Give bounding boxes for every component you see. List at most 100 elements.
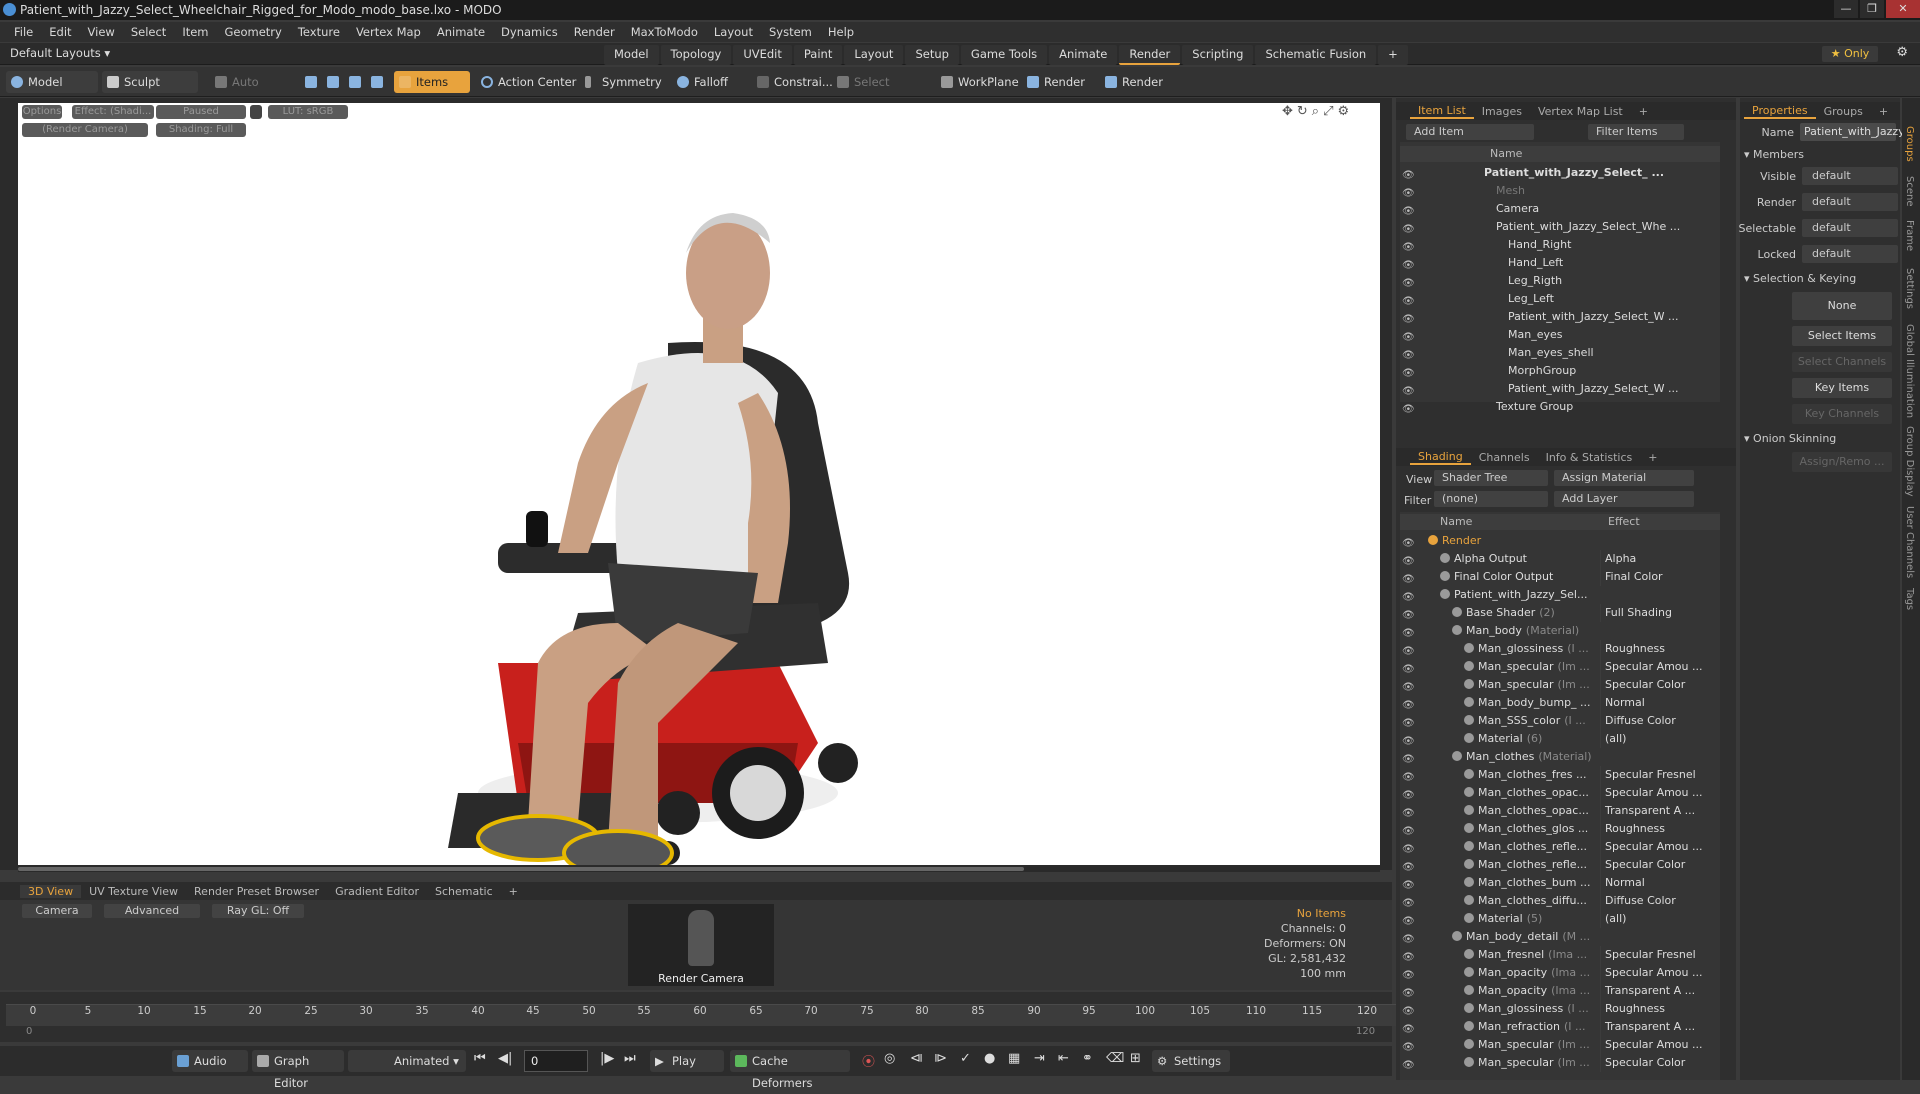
menu-select[interactable]: Select xyxy=(123,25,174,39)
shader-tree-row[interactable]: 👁 Man_glossiness (I ... Roughness xyxy=(1400,640,1720,658)
shader-tree-row[interactable]: 👁 Man_refraction (I ... Transparent A ... xyxy=(1400,1018,1720,1036)
name-field[interactable]: Patient_with_Jazzy xyxy=(1800,123,1905,141)
items-mode-button[interactable]: Items xyxy=(394,71,470,93)
side-tab-groups[interactable]: Groups xyxy=(1904,126,1915,162)
default-layouts-dropdown[interactable]: Default Layouts ▾ xyxy=(10,46,110,60)
tab-info-statistics[interactable]: Info & Statistics xyxy=(1538,451,1641,464)
shader-tree-dropdown[interactable]: Shader Tree xyxy=(1434,470,1548,486)
skip-end-icon[interactable]: ⏭ xyxy=(624,1051,636,1066)
advanced-button[interactable]: Advanced xyxy=(104,904,200,918)
key-lock-icon[interactable]: ⚭ xyxy=(1082,1051,1093,1066)
effect-dropdown[interactable]: Transparent A ... xyxy=(1600,1018,1706,1036)
visibility-eye-icon[interactable]: 👁 xyxy=(1402,167,1416,181)
shader-tree-row[interactable]: 👁 Base Shader (2) Full Shading xyxy=(1400,604,1720,622)
effect-dropdown[interactable]: Roughness xyxy=(1600,820,1706,838)
visibility-eye-icon[interactable]: 👁 xyxy=(1402,787,1416,801)
next-key-icon[interactable]: |▶ xyxy=(600,1051,614,1066)
visibility-eye-icon[interactable]: 👁 xyxy=(1402,697,1416,711)
effect-dropdown[interactable]: Specular Amou ... xyxy=(1600,838,1706,856)
shader-tree-row[interactable]: 👁 Man_clothes_refle... Specular Color xyxy=(1400,856,1720,874)
locked-dropdown[interactable]: default xyxy=(1802,245,1898,263)
sculpt-mode-button[interactable]: Sculpt xyxy=(102,71,198,93)
visibility-eye-icon[interactable]: 👁 xyxy=(1402,1021,1416,1035)
effect-dropdown[interactable]: Transparent A ... xyxy=(1600,802,1706,820)
item-list-row[interactable]: 👁 Leg_Rigth xyxy=(1400,272,1720,290)
shader-tree-row[interactable]: 👁 Man_SSS_color (I ... Diffuse Color xyxy=(1400,712,1720,730)
tab-layout[interactable]: Layout xyxy=(844,45,904,65)
assign-material-button[interactable]: Assign Material xyxy=(1554,470,1694,486)
effect-dropdown[interactable]: Specular Color xyxy=(1600,676,1706,694)
menu-view[interactable]: View xyxy=(80,25,123,39)
effect-dropdown[interactable]: Roughness xyxy=(1600,1000,1706,1018)
lut-chip[interactable]: LUT: sRGB xyxy=(268,105,348,119)
edges-mode-button[interactable] xyxy=(322,71,342,93)
visibility-eye-icon[interactable]: 👁 xyxy=(1402,643,1416,657)
add-item-dropdown[interactable]: Add Item xyxy=(1406,124,1534,140)
lock-icon[interactable] xyxy=(250,105,262,119)
graph-editor-button[interactable]: Graph Editor xyxy=(252,1050,344,1090)
skip-start-icon[interactable]: ⏮ xyxy=(474,1051,486,1066)
symmetry-button[interactable]: Symmetry xyxy=(580,71,666,93)
members-section[interactable]: ▾ Members xyxy=(1744,148,1804,161)
visibility-eye-icon[interactable]: 👁 xyxy=(1402,329,1416,343)
tab-vertex-map-list[interactable]: Vertex Map List xyxy=(1530,105,1631,118)
shader-tree-row[interactable]: 👁 Render xyxy=(1400,532,1720,550)
visibility-eye-icon[interactable]: 👁 xyxy=(1402,877,1416,891)
shader-tree-row[interactable]: 👁 Man_specular (Im ... Specular Color xyxy=(1400,1054,1720,1072)
visibility-eye-icon[interactable]: 👁 xyxy=(1402,553,1416,567)
audio-button[interactable]: Audio xyxy=(172,1050,248,1072)
key-filter-icon[interactable]: ⊞ xyxy=(1130,1051,1141,1066)
item-list-row[interactable]: 👁 Patient_with_Jazzy_Select_Whe ... xyxy=(1400,218,1720,236)
menu-texture[interactable]: Texture xyxy=(290,25,348,39)
tab-game-tools[interactable]: Game Tools xyxy=(960,45,1048,65)
effect-dropdown[interactable]: (all) xyxy=(1600,730,1706,748)
shader-tree-row[interactable]: 👁 Man_clothes_refle... Specular Amou ... xyxy=(1400,838,1720,856)
vertices-mode-button[interactable] xyxy=(300,71,320,93)
tab-gradient-editor[interactable]: Gradient Editor xyxy=(327,885,427,898)
tab-images[interactable]: Images xyxy=(1474,105,1530,118)
render-dropdown[interactable]: default xyxy=(1802,193,1898,211)
menu-vertex-map[interactable]: Vertex Map xyxy=(348,25,429,39)
tab-model[interactable]: Model xyxy=(604,45,659,65)
item-list-row[interactable]: 👁 Hand_Right xyxy=(1400,236,1720,254)
shader-tree-row[interactable]: 👁 Man_clothes (Material) xyxy=(1400,748,1720,766)
animated-dropdown[interactable]: Animated ▾ xyxy=(348,1050,466,1072)
key-delete-icon[interactable]: ⌫ xyxy=(1106,1051,1124,1066)
visibility-eye-icon[interactable]: 👁 xyxy=(1402,383,1416,397)
prev-key-icon[interactable]: ◀| xyxy=(498,1051,512,1066)
visibility-eye-icon[interactable]: 👁 xyxy=(1402,275,1416,289)
select-channels-button[interactable]: Select Channels xyxy=(1792,352,1892,372)
item-list-row[interactable]: 👁 Patient_with_Jazzy_Select_ ... xyxy=(1400,164,1720,182)
shader-tree-row[interactable]: 👁 Patient_with_Jazzy_Sel... xyxy=(1400,586,1720,604)
shading-chip[interactable]: Shading: Full xyxy=(156,123,246,137)
render-window-button[interactable]: Render Window xyxy=(1100,71,1208,111)
record-icon[interactable]: ⦿ xyxy=(862,1051,875,1070)
add-tab-button[interactable]: + xyxy=(1640,451,1665,464)
none-selector[interactable]: None xyxy=(1792,292,1892,320)
visibility-eye-icon[interactable]: 👁 xyxy=(1402,257,1416,271)
visibility-eye-icon[interactable]: 👁 xyxy=(1402,661,1416,675)
settings-button[interactable]: ⚙ Settings xyxy=(1152,1050,1230,1072)
tab-item-list[interactable]: Item List xyxy=(1410,104,1474,119)
add-tab-button[interactable]: + xyxy=(1378,45,1408,65)
tab-schematic-fusion[interactable]: Schematic Fusion xyxy=(1255,45,1377,65)
visibility-eye-icon[interactable]: 👁 xyxy=(1402,733,1416,747)
menu-render[interactable]: Render xyxy=(566,25,623,39)
minimize-button[interactable]: — xyxy=(1834,0,1858,18)
visibility-eye-icon[interactable]: 👁 xyxy=(1402,751,1416,765)
visibility-eye-icon[interactable]: 👁 xyxy=(1402,203,1416,217)
effect-dropdown[interactable]: Normal xyxy=(1600,874,1706,892)
action-center-button[interactable]: Action Center xyxy=(476,71,580,93)
add-tab-button[interactable]: + xyxy=(1631,105,1656,118)
select-through-button[interactable]: Select Through xyxy=(832,71,930,111)
auto-select-button[interactable]: Auto Select xyxy=(210,71,294,111)
effect-dropdown[interactable]: Alpha xyxy=(1600,550,1706,568)
cache-deformers-button[interactable]: Cache Deformers xyxy=(730,1050,850,1090)
item-list-row[interactable]: 👁 Man_eyes xyxy=(1400,326,1720,344)
viewport-nav-icons[interactable]: ✥↻⌕⤢⚙ xyxy=(1282,104,1353,119)
visibility-eye-icon[interactable]: 👁 xyxy=(1402,913,1416,927)
key-prev-icon[interactable]: ⧏ xyxy=(910,1051,923,1066)
tab-topology[interactable]: Topology xyxy=(660,45,732,65)
visibility-eye-icon[interactable]: 👁 xyxy=(1402,985,1416,999)
visibility-eye-icon[interactable]: 👁 xyxy=(1402,679,1416,693)
